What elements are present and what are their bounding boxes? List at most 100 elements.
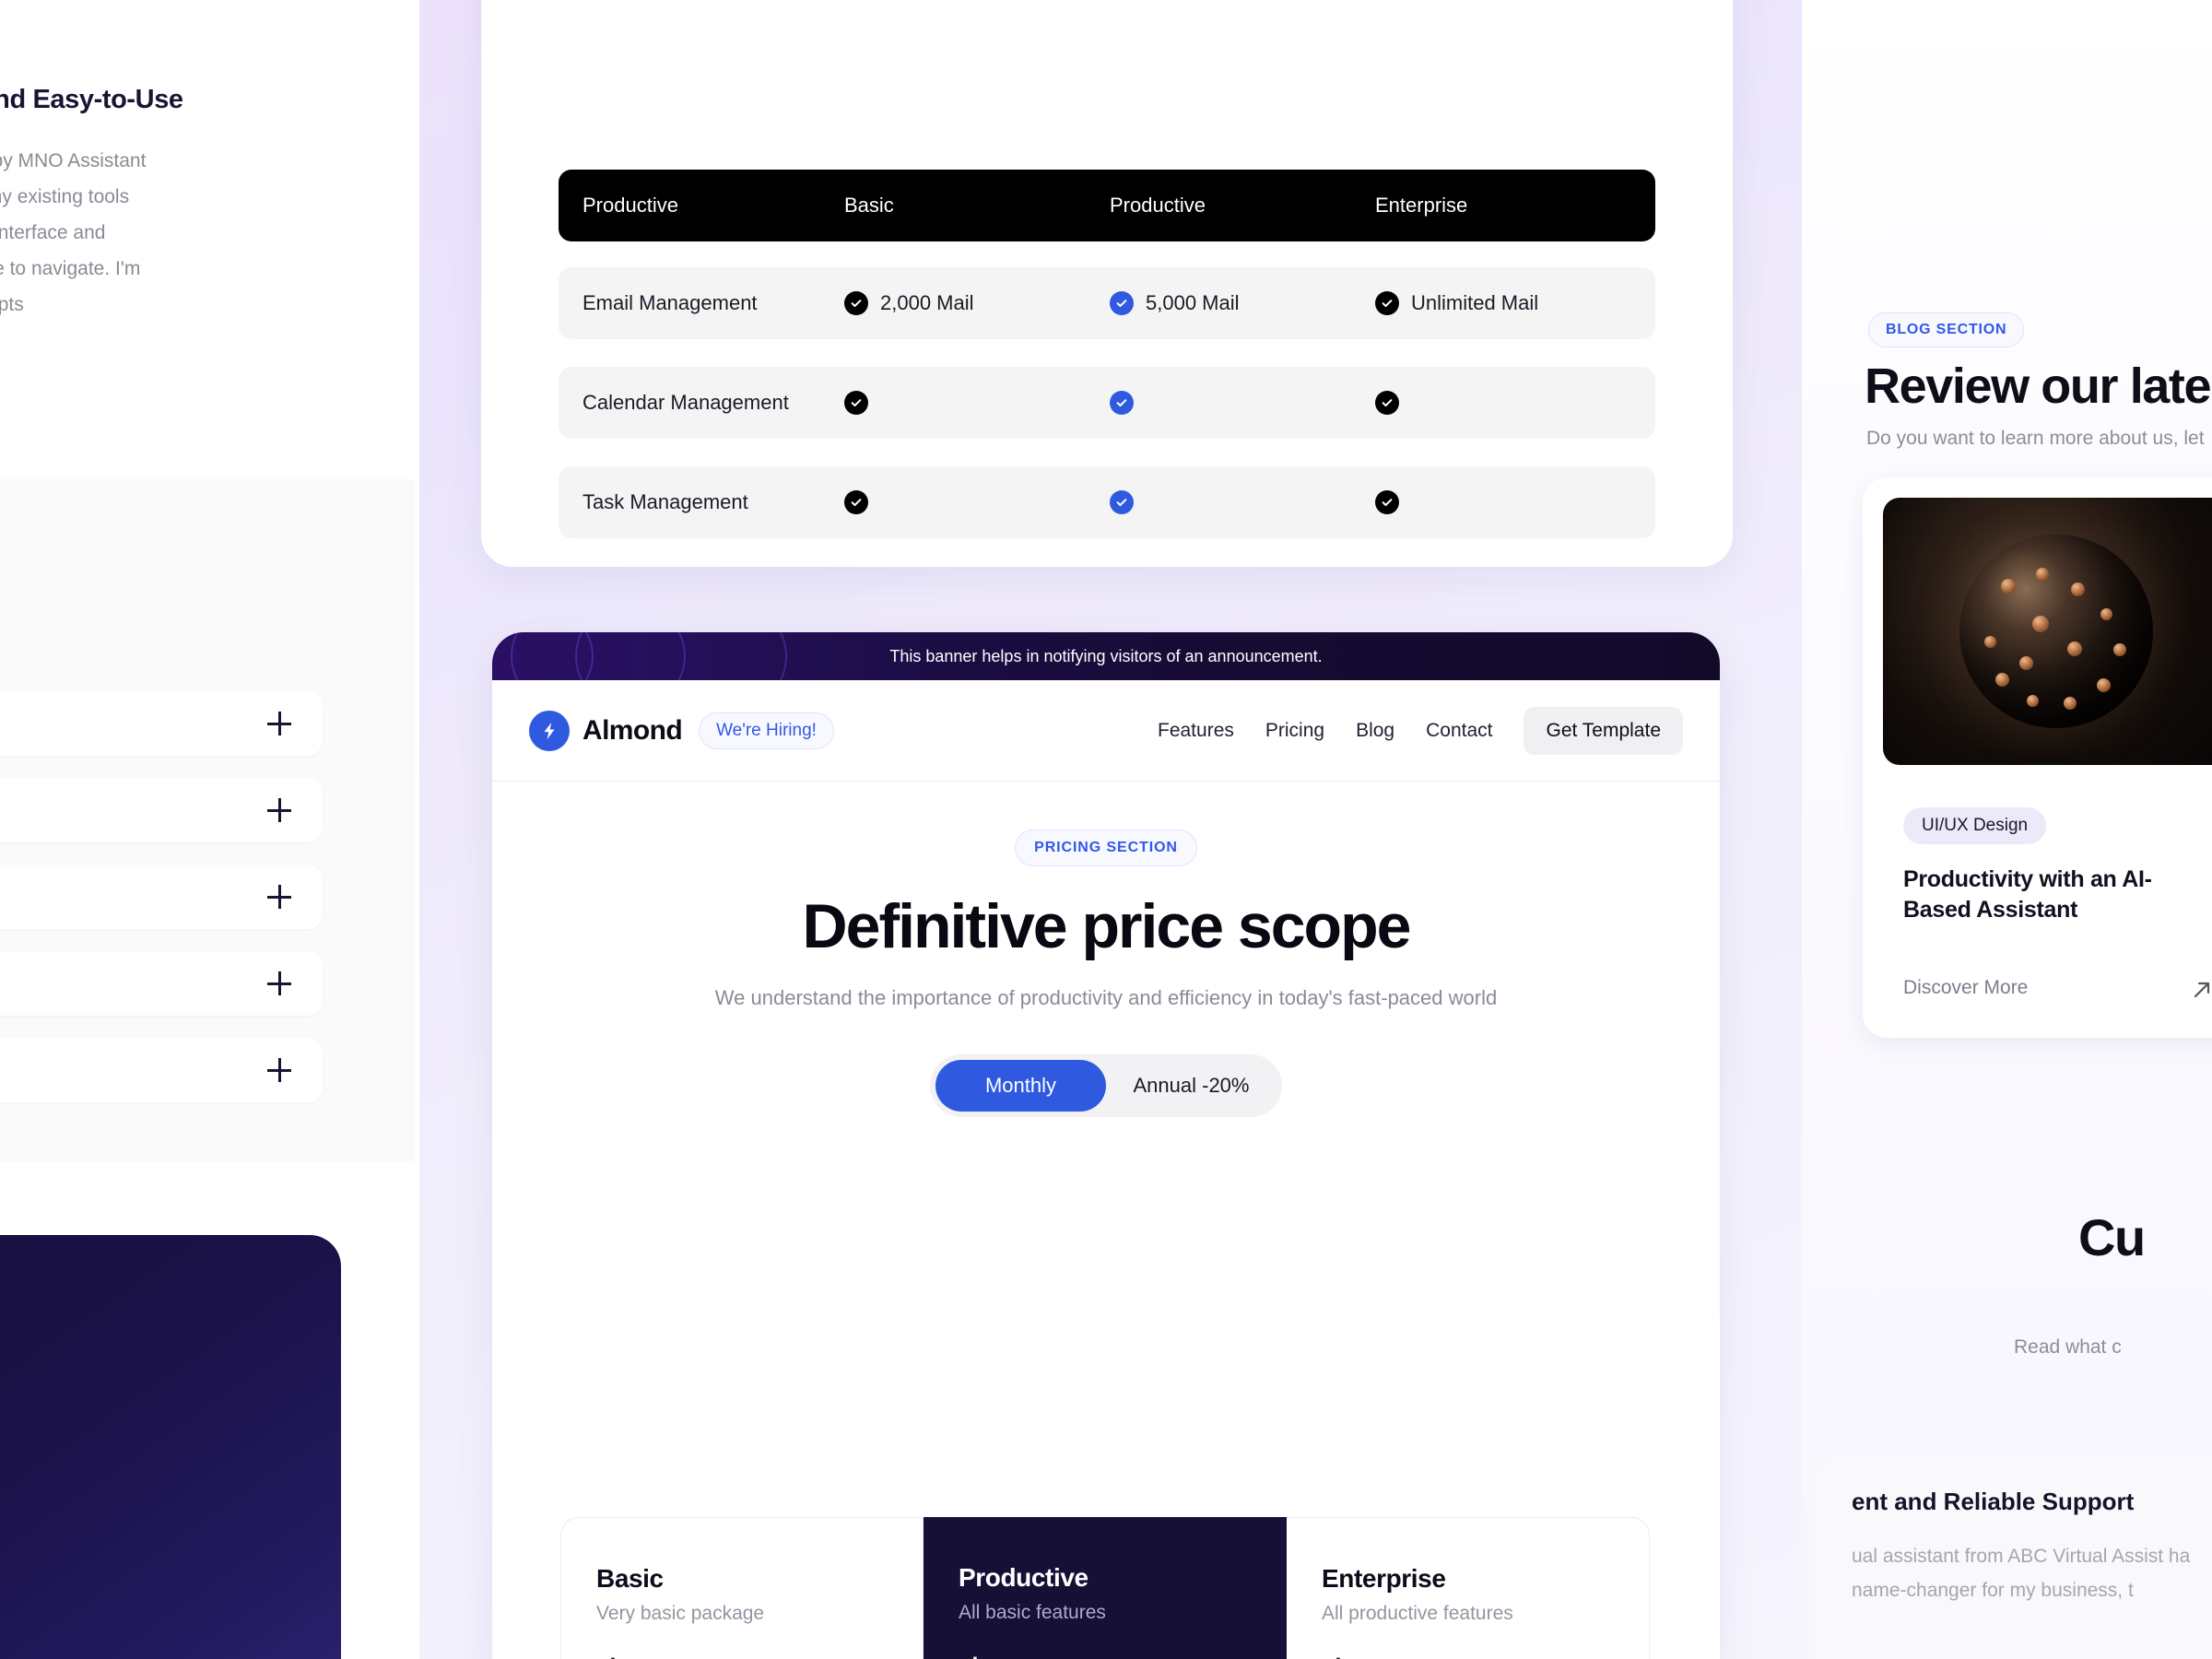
site-navbar: Almond We're Hiring! Features Pricing Bl… <box>492 680 1720 782</box>
pricing-preview-panel: This banner helps in notifying visitors … <box>492 632 1720 1659</box>
hiring-badge[interactable]: We're Hiring! <box>699 712 834 749</box>
table-row: Email Management 2,000 Mail 5,000 Mail U… <box>559 267 1655 339</box>
plan-description: All basic features <box>959 1602 1106 1623</box>
check-circle-dark-icon <box>844 291 868 315</box>
comparison-table: Productive Basic Productive Enterprise E… <box>559 170 1655 566</box>
cell-productive <box>1110 391 1375 415</box>
package-comparison-panel: PACKAGE DETAILS Let's compare the packag… <box>481 0 1733 567</box>
brand-name: Almond <box>582 714 683 746</box>
blog-section-subtitle: Do you want to learn more about us, let <box>1866 428 2205 449</box>
toggle-option-annual[interactable]: Annual -20% <box>1106 1060 1277 1112</box>
sphere-stud <box>2001 579 2016 594</box>
table-header-row: Productive Basic Productive Enterprise <box>559 170 1655 241</box>
sphere-stud <box>1984 636 1996 648</box>
nav-link-blog[interactable]: Blog <box>1356 720 1394 742</box>
blog-section-badge: BLOG SECTION <box>1868 312 2025 347</box>
testimonial-card-right: ent and Reliable Support ual assistant f… <box>1815 1456 2212 1659</box>
testimonial-card-partial: ntegration and Easy-to-Use assistant off… <box>0 46 323 415</box>
pricing-card-basic[interactable]: Basic Very basic package $4,99 p/month 1… <box>560 1517 924 1659</box>
row-feature-label: Email Management <box>582 291 758 314</box>
toggle-option-monthly[interactable]: Monthly <box>935 1060 1106 1112</box>
row-feature-label: Calendar Management <box>582 391 789 414</box>
navbar-right-group: Features Pricing Blog Contact Get Templa… <box>1158 706 1683 755</box>
sphere-render <box>1959 535 2153 728</box>
sphere-stud <box>1995 673 2009 687</box>
faq-question: tions? <box>0 1059 267 1081</box>
check-circle-dark-icon <box>1375 291 1399 315</box>
blog-card[interactable]: UI/UX Design Productivity with an AI-Bas… <box>1863 477 2212 1038</box>
faq-item[interactable]: tant? <box>0 778 323 842</box>
check-circle-blue-icon <box>1110 490 1134 514</box>
banner-arc-decoration <box>575 632 787 680</box>
sphere-stud <box>2064 697 2077 710</box>
screenshot-canvas: ntegration and Easy-to-Use assistant off… <box>0 0 2212 1659</box>
sphere-stud <box>2113 643 2126 656</box>
sphere-stud <box>2097 678 2111 692</box>
cta-card-partial: uctive? nity <box>0 1235 341 1659</box>
plan-name: Basic <box>596 1564 664 1593</box>
testimonials-subtitle: Read what c <box>2014 1336 2122 1358</box>
faq-item[interactable]: tions? <box>0 1038 323 1102</box>
cell-basic <box>844 490 1110 514</box>
testimonial-card-title: ent and Reliable Support <box>1852 1488 2135 1515</box>
sphere-stud <box>2032 616 2049 632</box>
sphere-stud <box>2071 582 2085 596</box>
nav-link-features[interactable]: Features <box>1158 720 1234 742</box>
plan-price: $49,99 <box>1322 1647 1612 1659</box>
faq-item[interactable] <box>0 951 323 1016</box>
column-header-basic: Basic <box>844 194 894 217</box>
discover-more-link[interactable]: Discover More <box>1903 977 2028 999</box>
testimonial-title: ntegration and Easy-to-Use <box>0 85 183 114</box>
cell-basic <box>844 391 1110 415</box>
pricing-subtitle: We understand the importance of producti… <box>714 986 1498 1009</box>
nav-link-contact[interactable]: Contact <box>1426 720 1492 742</box>
blog-section-heading: Review our lates <box>1865 359 2212 414</box>
faq-question: tant? <box>0 799 267 821</box>
check-circle-dark-icon <box>844 391 868 415</box>
pricing-card-enterprise[interactable]: Enterprise All productive features $49,9… <box>1287 1517 1650 1659</box>
plan-name: Productive <box>959 1563 1088 1592</box>
plan-description: Very basic package <box>596 1603 765 1624</box>
arrow-up-right-icon[interactable] <box>2189 977 2212 1003</box>
cell-label: Unlimited Mail <box>1411 291 1539 314</box>
column-header-productive: Productive <box>1110 194 1206 217</box>
testimonials-heading: Cu <box>2078 1208 2146 1266</box>
nav-link-pricing[interactable]: Pricing <box>1265 720 1324 742</box>
plan-name: Enterprise <box>1322 1564 1446 1593</box>
blog-category-tag: UI/UX Design <box>1903 807 2047 844</box>
faq-item[interactable] <box>0 691 323 756</box>
announcement-banner[interactable]: This banner helps in notifying visitors … <box>492 632 1720 680</box>
sphere-stud <box>2019 656 2033 670</box>
plus-icon[interactable] <box>267 971 291 995</box>
row-feature-label: Task Management <box>582 490 748 513</box>
plus-icon[interactable] <box>267 885 291 909</box>
plan-price: $4,99 <box>596 1647 886 1659</box>
check-circle-dark-icon <box>844 490 868 514</box>
brand-logo-group[interactable]: Almond <box>529 710 683 751</box>
plus-icon[interactable] <box>267 798 291 822</box>
billing-period-toggle[interactable]: Monthly Annual -20% <box>930 1054 1282 1117</box>
check-circle-blue-icon <box>1110 391 1134 415</box>
pricing-badge: PRICING SECTION <box>1015 830 1197 866</box>
testimonial-body: assistant offered by MNO Assistantseamle… <box>0 150 147 315</box>
table-row: Calendar Management <box>559 367 1655 439</box>
pricing-title: Definitive price scope <box>802 891 1412 961</box>
plan-description: All productive features <box>1322 1603 1513 1624</box>
pricing-section-body: PRICING SECTION Definitive price scope W… <box>492 782 1720 1117</box>
check-circle-dark-icon <box>1375 490 1399 514</box>
check-circle-blue-icon <box>1110 291 1134 315</box>
left-peripheral-column: ntegration and Easy-to-Use assistant off… <box>0 0 419 1659</box>
cell-productive: 5,000 Mail <box>1110 291 1375 315</box>
cell-enterprise <box>1375 391 1641 415</box>
sphere-stud <box>2100 608 2112 620</box>
sphere-stud <box>2067 641 2082 656</box>
pricing-cards-row: Basic Very basic package $4,99 p/month 1… <box>560 1517 1652 1659</box>
pricing-card-productive[interactable]: Productive All basic features $14,99 p/m… <box>924 1517 1287 1659</box>
get-template-button[interactable]: Get Template <box>1524 706 1683 755</box>
sphere-stud <box>2027 695 2039 707</box>
plus-icon[interactable] <box>267 712 291 735</box>
faq-item[interactable] <box>0 865 323 929</box>
plus-icon[interactable] <box>267 1058 291 1082</box>
testimonial-card-body: ual assistant from ABC Virtual Assist ha… <box>1852 1546 2191 1601</box>
cell-enterprise: Unlimited Mail <box>1375 291 1641 315</box>
